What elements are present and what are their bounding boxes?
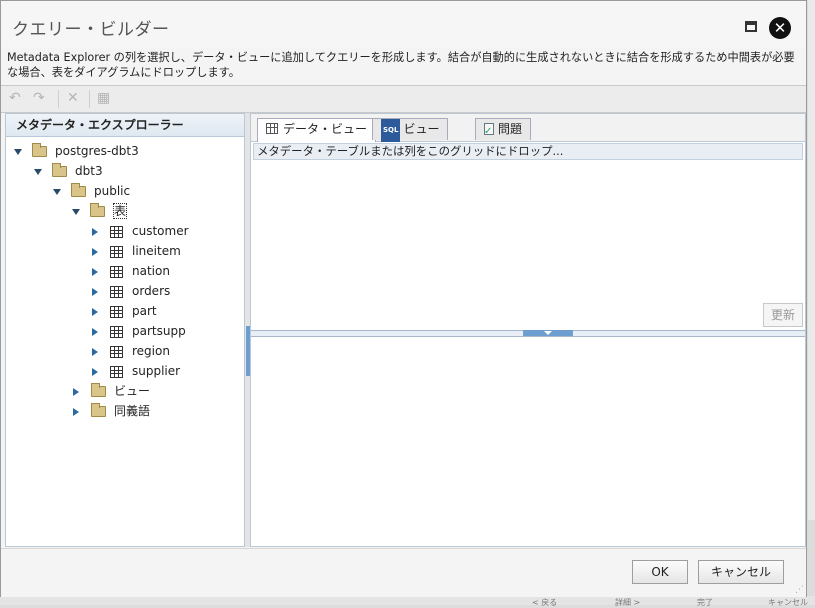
collapse-arrow-icon[interactable] bbox=[92, 347, 98, 356]
tree-node-label: supplier bbox=[132, 364, 181, 378]
refresh-button[interactable]: 更新 bbox=[763, 303, 803, 327]
grid-icon bbox=[266, 123, 278, 134]
tree-node-views[interactable]: ビュー bbox=[73, 382, 150, 400]
tree-node-tables[interactable]: 表 bbox=[72, 202, 128, 220]
tree-node-label: ビュー bbox=[114, 384, 151, 398]
tree-node-schema[interactable]: public bbox=[53, 182, 130, 200]
horizontal-splitter-handle[interactable] bbox=[523, 330, 573, 336]
table-icon bbox=[110, 305, 123, 318]
tree-node-table[interactable]: partsupp bbox=[92, 322, 186, 340]
table-icon bbox=[110, 325, 123, 338]
tree-node-label: orders bbox=[132, 284, 171, 298]
add-table-icon[interactable]: ▦ bbox=[97, 90, 110, 108]
tree-node-table[interactable]: part bbox=[92, 302, 157, 320]
tree-node-label: nation bbox=[132, 264, 170, 278]
table-icon bbox=[110, 245, 123, 258]
redo-icon[interactable]: ↷ bbox=[33, 90, 45, 108]
metadata-explorer-header: メタデータ・エクスプローラー bbox=[6, 114, 244, 137]
tab-data-view[interactable]: データ・ビュー bbox=[257, 118, 377, 142]
collapse-arrow-icon[interactable] bbox=[92, 367, 98, 376]
background-finish-text: 完了 bbox=[697, 598, 713, 607]
tab-problems[interactable]: 問題 bbox=[475, 118, 532, 142]
table-icon bbox=[110, 345, 123, 358]
table-icon bbox=[110, 225, 123, 238]
undo-icon[interactable]: ↶ bbox=[9, 90, 21, 108]
tab-label: ビュー bbox=[403, 122, 440, 136]
dialog-description: Metadata Explorer の列を選択し、データ・ビューに追加してクエリ… bbox=[7, 51, 795, 79]
ok-button[interactable]: OK bbox=[632, 560, 688, 584]
folder-icon bbox=[91, 383, 106, 397]
collapse-arrow-icon[interactable] bbox=[92, 247, 98, 256]
expand-arrow-icon[interactable] bbox=[14, 148, 22, 155]
tree-node-table[interactable]: orders bbox=[92, 282, 170, 300]
collapse-arrow-icon[interactable] bbox=[92, 267, 98, 276]
tree-node-label: customer bbox=[132, 224, 189, 238]
sql-icon: SQL bbox=[381, 119, 401, 142]
problems-icon bbox=[484, 121, 494, 142]
tree-node-label: 同義語 bbox=[114, 404, 151, 418]
collapse-arrow-icon[interactable] bbox=[73, 387, 79, 396]
folder-icon bbox=[52, 163, 67, 177]
folder-icon bbox=[90, 203, 105, 217]
view-tabs: データ・ビュー SQLビュー 問題 bbox=[251, 114, 805, 142]
data-grid-drop-hint[interactable]: メタデータ・テーブルまたは列をこのグリッドにドロップ... bbox=[253, 143, 803, 160]
collapse-arrow-icon[interactable] bbox=[92, 327, 98, 336]
collapse-arrow-icon[interactable] bbox=[92, 287, 98, 296]
background-window-edge bbox=[808, 0, 815, 520]
maximize-icon[interactable] bbox=[745, 21, 757, 32]
table-icon bbox=[110, 265, 123, 278]
dialog-footer: OK キャンセル ⋰ bbox=[1, 548, 806, 597]
tree-node-label: partsupp bbox=[132, 324, 186, 338]
title-bar[interactable]: クエリー・ビルダー ✕ bbox=[1, 1, 806, 47]
close-icon[interactable]: ✕ bbox=[769, 17, 791, 39]
background-window-strip bbox=[0, 596, 815, 605]
query-builder-dialog: クエリー・ビルダー ✕ Metadata Explorer の列を選択し、データ… bbox=[0, 0, 807, 597]
delete-icon[interactable]: ✕ bbox=[67, 90, 79, 108]
tree-node-table[interactable]: customer bbox=[92, 222, 189, 240]
expand-arrow-icon[interactable] bbox=[34, 168, 42, 175]
dialog-title: クエリー・ビルダー bbox=[12, 20, 170, 40]
tree-node-table[interactable]: region bbox=[92, 342, 170, 360]
table-icon bbox=[110, 285, 123, 298]
tree-node-label: postgres-dbt3 bbox=[55, 144, 139, 158]
tree-node-label: 表 bbox=[113, 203, 128, 219]
tree-node-table[interactable]: lineitem bbox=[92, 242, 181, 260]
tree-node-synonyms[interactable]: 同義語 bbox=[73, 402, 150, 420]
tree-node-label: region bbox=[132, 344, 170, 358]
tree-node-label: lineitem bbox=[132, 244, 181, 258]
tree-node-label: dbt3 bbox=[75, 164, 103, 178]
tree-node-table[interactable]: supplier bbox=[92, 362, 180, 380]
tab-label: 問題 bbox=[498, 122, 523, 136]
background-details-text: 詳細 > bbox=[615, 598, 641, 607]
tab-sql-view[interactable]: SQL ビュー bbox=[372, 118, 449, 142]
tree-node-database[interactable]: dbt3 bbox=[34, 162, 103, 180]
folder-icon bbox=[71, 183, 86, 197]
table-icon bbox=[110, 365, 123, 378]
background-back-text: < 戻る bbox=[532, 598, 558, 607]
tree-node-table[interactable]: nation bbox=[92, 262, 170, 280]
expand-arrow-icon[interactable] bbox=[72, 208, 80, 215]
collapse-arrow-icon[interactable] bbox=[92, 307, 98, 316]
collapse-arrow-icon[interactable] bbox=[92, 227, 98, 236]
cancel-button[interactable]: キャンセル bbox=[698, 560, 784, 584]
expand-arrow-icon[interactable] bbox=[53, 188, 61, 195]
toolbar: ↶ ↷ ✕ ▦ bbox=[1, 85, 806, 113]
tab-label: データ・ビュー bbox=[283, 122, 368, 136]
toolbar-divider bbox=[89, 90, 90, 108]
tree-node-root[interactable]: postgres-dbt3 bbox=[14, 142, 139, 160]
tree-node-label: part bbox=[132, 304, 157, 318]
query-workspace-panel: データ・ビュー SQLビュー 問題 メタデータ・テーブルまたは列をこのグリッドに… bbox=[250, 113, 806, 547]
folder-icon bbox=[91, 403, 106, 417]
tree-node-label: public bbox=[94, 184, 131, 198]
toolbar-divider bbox=[58, 90, 59, 108]
background-cancel-text: キャンセル bbox=[768, 598, 808, 607]
collapse-arrow-icon[interactable] bbox=[73, 407, 79, 416]
resize-grip-icon[interactable]: ⋰ bbox=[795, 585, 804, 595]
folder-icon bbox=[32, 143, 47, 157]
metadata-explorer-panel: メタデータ・エクスプローラー postgres-dbt3 dbt3 public… bbox=[5, 113, 245, 547]
